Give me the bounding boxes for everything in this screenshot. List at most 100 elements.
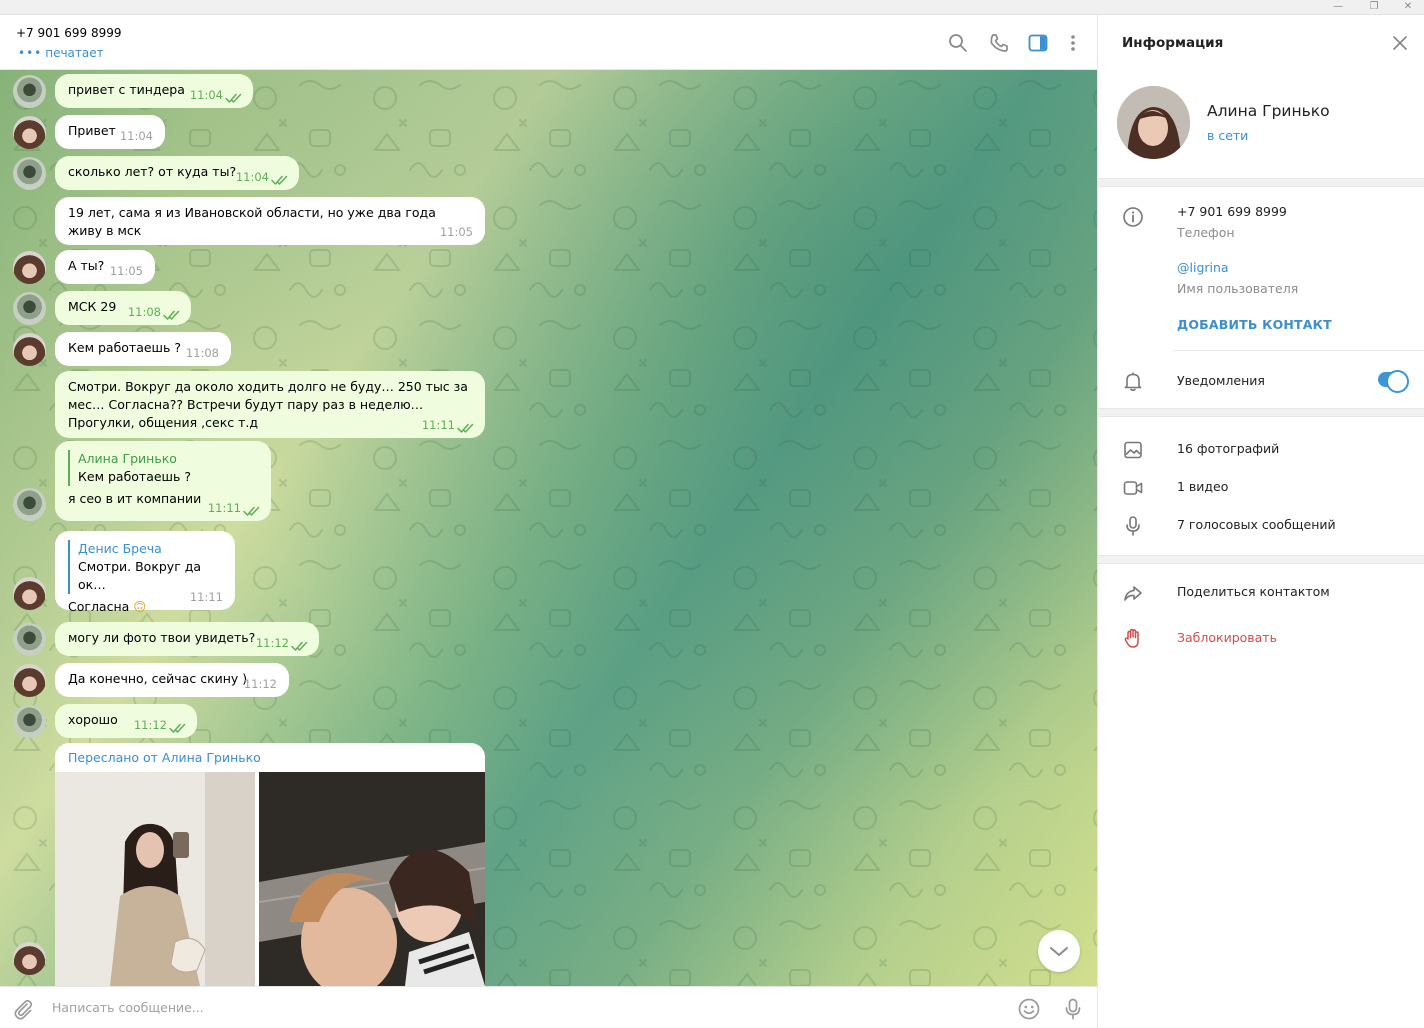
incoming-message[interactable]: Кем работаешь ? 11:08 [55,332,231,366]
emoji-icon[interactable] [1017,997,1041,1021]
sender-avatar[interactable] [13,292,46,325]
chat-area[interactable]: привет с тиндера 11:04 Привет 11:04 сколько … [0,70,1097,986]
photo-icon [1124,441,1142,459]
media-videos[interactable]: 1 видео [1177,479,1228,494]
media-voice[interactable]: 7 голосовых сообщений [1177,517,1336,532]
minimize-button[interactable]: — [1320,0,1356,15]
message-input[interactable] [52,1000,952,1015]
close-icon[interactable] [1390,33,1410,53]
read-ticks-icon [169,723,186,733]
outgoing-message[interactable]: Алина Гринько Кем работаешь ? я сео в ит к… [55,441,271,521]
message-text: могу ли фото твои увидеть? [68,630,256,645]
search-icon[interactable] [947,32,969,54]
outgoing-message[interactable]: могу ли фото твои увидеть? 11:12 [55,622,319,656]
attach-icon[interactable] [11,997,35,1021]
sender-avatar[interactable] [13,333,46,366]
album-photo-1[interactable] [55,772,255,986]
message-time: 11:11 [421,418,455,432]
message-text: Согласна [68,599,130,614]
outgoing-message[interactable]: хорошо 11:12 [55,704,197,738]
info-username[interactable]: @ligrina [1177,260,1229,275]
section-divider [1098,555,1424,564]
message-time: 11:11 [189,590,223,604]
message-time: 11:08 [127,305,161,319]
message-text: Да конечно, сейчас скину ) [68,671,248,686]
profile-status: в сети [1207,128,1249,143]
message-text: хорошо [68,712,118,727]
row-divider [1174,350,1424,351]
incoming-message[interactable]: Денис Бреча Смотри. Вокруг да ок… Согласна… [55,531,235,614]
close-window-button[interactable]: ✕ [1390,0,1424,15]
share-contact-button[interactable]: Поделиться контактом [1177,584,1330,599]
outgoing-message[interactable]: Смотри. Вокруг да около ходить долго не … [55,371,485,438]
incoming-message[interactable]: Привет 11:04 [55,115,165,149]
message-text: Привет [68,123,116,138]
peer-name[interactable]: +7 901 699 8999 [16,26,121,40]
info-username-label: Имя пользователя [1177,281,1299,296]
message-text: Кем работаешь ? [68,340,181,355]
outgoing-message[interactable]: привет с тиндера 11:04 [55,74,253,108]
info-icon [1123,207,1143,227]
add-contact-button[interactable]: ДОБАВИТЬ КОНТАКТ [1177,317,1332,332]
profile-avatar[interactable] [1117,86,1190,159]
peer-status-text: печатает [45,46,104,60]
info-panel-title: Информация [1122,35,1224,51]
message-time: 11:12 [133,718,167,732]
profile-name: Алина Гринько [1207,102,1330,120]
sender-avatar[interactable] [13,488,46,521]
message-text: я сео в ит компании [68,491,202,506]
read-ticks-icon [291,641,308,651]
block-user-button[interactable]: Заблокировать [1177,630,1277,645]
phone-icon[interactable] [988,32,1010,54]
sender-avatar[interactable] [13,942,46,975]
microphone-icon[interactable] [1061,997,1085,1021]
notifications-toggle[interactable] [1378,370,1409,393]
message-time: 11:11 [207,501,241,515]
window-titlebar: — ❐ ✕ [0,0,1424,15]
read-ticks-icon [163,310,180,320]
more-vertical-icon[interactable] [1062,32,1084,54]
compose-bar [0,986,1097,1028]
sender-avatar[interactable] [13,116,46,149]
emoji: 🙃 [133,599,147,614]
reply-author: Денис Бреча [78,541,162,556]
photo-mirror-selfie [55,772,255,986]
incoming-message[interactable]: Да конечно, сейчас скину ) 11:12 [55,663,289,697]
sender-avatar[interactable] [13,705,46,738]
info-panel: Информация Алина Гринько в сети +7 901 6… [1097,15,1424,1028]
sender-avatar[interactable] [13,623,46,656]
sender-avatar[interactable] [13,577,46,610]
media-photos[interactable]: 16 фотографий [1177,441,1279,456]
reply-quote[interactable]: Алина Гринько Кем работаешь ? [68,450,258,486]
message-time: 11:04 [189,88,223,102]
sender-avatar[interactable] [13,251,46,284]
read-ticks-icon [225,93,242,103]
info-phone[interactable]: +7 901 699 8999 [1177,204,1287,219]
reply-text: Кем работаешь ? [78,469,191,484]
message-text: Смотри. Вокруг да около ходить долго не … [68,379,468,430]
incoming-message[interactable]: 19 лет, сама я из Ивановской области, но… [55,197,485,245]
incoming-message[interactable]: А ты? 11:05 [55,250,155,284]
album-photo-2[interactable] [258,772,485,986]
sidebar-toggle-icon[interactable] [1027,32,1049,54]
maximize-button[interactable]: ❐ [1356,0,1392,15]
scroll-down-button[interactable] [1038,930,1080,972]
message-time: 11:08 [185,346,219,360]
outgoing-message[interactable]: МСК 29 11:08 [55,291,191,325]
reply-author: Алина Гринько [78,451,177,466]
section-divider [1098,408,1424,417]
message-time: 11:05 [439,225,473,239]
outgoing-message[interactable]: сколько лет? от куда ты? 11:04 [55,156,299,190]
forwarded-album[interactable]: Переслано от Алина Гринько [55,743,485,986]
sender-avatar[interactable] [13,75,46,108]
message-time: 11:12 [255,636,289,650]
message-time: 11:12 [243,677,277,691]
message-text: МСК 29 [68,299,117,314]
typing-indicator-icon: ••• [18,46,43,60]
message-text: привет с тиндера [68,82,185,97]
sender-avatar[interactable] [13,157,46,190]
block-hand-icon [1124,628,1139,648]
sender-avatar[interactable] [13,664,46,697]
reply-quote[interactable]: Денис Бреча Смотри. Вокруг да ок… [68,540,222,594]
forwarded-from-label[interactable]: Переслано от Алина Гринько [68,750,261,765]
